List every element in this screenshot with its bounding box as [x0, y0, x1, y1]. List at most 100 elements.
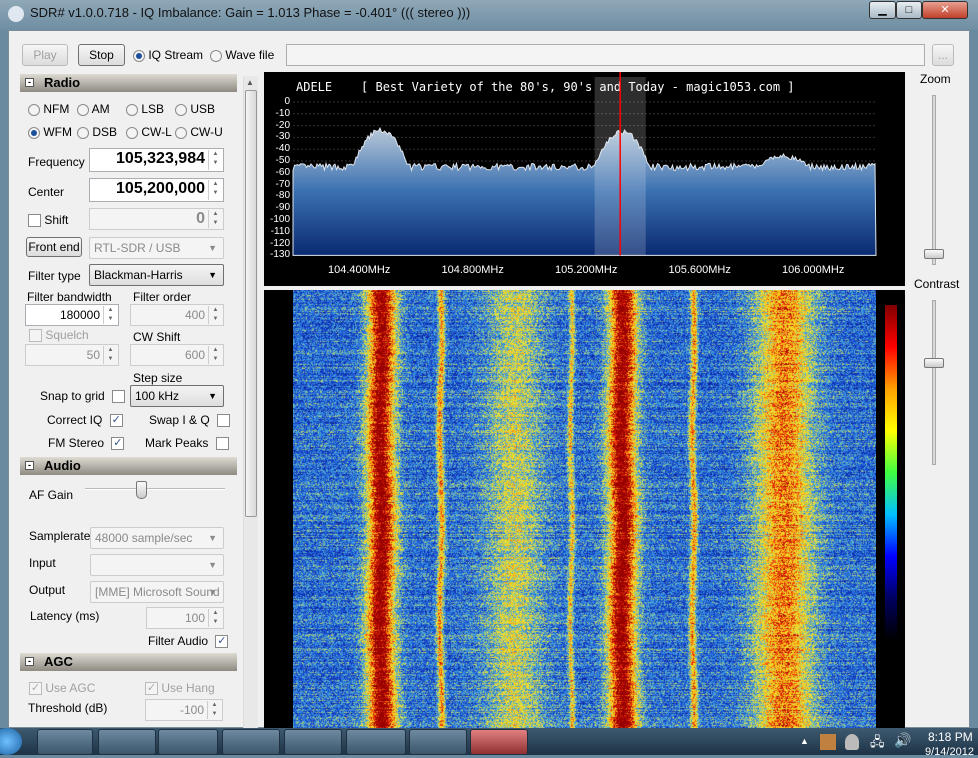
app-taskbar-icon[interactable]: [470, 729, 528, 755]
spin-buttons[interactable]: ▲ ▼: [207, 701, 221, 719]
volume-icon[interactable]: 🔊: [894, 732, 911, 749]
radio-dot: [28, 103, 40, 116]
step-size-select[interactable]: 100 kHz ▼: [130, 385, 224, 407]
filter-type-select[interactable]: Blackman-Harris ▼: [89, 264, 224, 286]
checkbox-box: [215, 437, 229, 451]
cw-shift-input[interactable]: 600 ▲ ▼: [130, 344, 224, 366]
close-button[interactable]: ✕: [922, 1, 968, 19]
tray-app-icon[interactable]: [845, 734, 859, 750]
filter-bandwidth-input[interactable]: 180000 ▲ ▼: [25, 304, 119, 326]
wave-file-radio[interactable]: Wave file: [210, 48, 274, 62]
threshold-label: Threshold (dB): [28, 701, 108, 715]
shift-input[interactable]: 0 ▲ ▼: [89, 208, 224, 230]
sdr-taskbar-icon[interactable]: [346, 729, 406, 755]
section-title: AGC: [44, 654, 73, 669]
explorer-taskbar-icon[interactable]: [98, 729, 156, 755]
fm-stereo-checkbox[interactable]: FM Stereo ✓: [48, 436, 125, 451]
waterfall-display[interactable]: [264, 290, 905, 728]
af-gain-slider-thumb[interactable]: [136, 481, 147, 499]
spin-buttons[interactable]: ▲ ▼: [103, 306, 117, 324]
radio-dot: [77, 126, 89, 139]
radio-section-header[interactable]: - Radio: [20, 74, 237, 92]
spin-buttons[interactable]: ▲ ▼: [208, 210, 222, 228]
frequency-input[interactable]: 105,323,984 ▲ ▼: [89, 148, 224, 172]
browse-button[interactable]: ...: [932, 44, 954, 66]
mark-peaks-checkbox[interactable]: Mark Peaks: [145, 436, 229, 451]
minimize-button[interactable]: ▁: [869, 1, 896, 19]
network-icon[interactable]: 🖧: [870, 733, 885, 755]
correct-iq-checkbox[interactable]: Correct IQ ✓: [47, 413, 123, 428]
shift-checkbox[interactable]: Shift: [28, 213, 68, 228]
contrast-slider-thumb[interactable]: [924, 358, 944, 368]
threshold-input[interactable]: -100 ▲ ▼: [145, 699, 223, 721]
zoom-slider-thumb[interactable]: [924, 248, 944, 259]
contrast-slider-track[interactable]: [932, 300, 936, 465]
spin-buttons[interactable]: ▲ ▼: [208, 609, 222, 627]
mode-radio-lsb[interactable]: LSB: [126, 102, 164, 116]
mode-radio-usb[interactable]: USB: [175, 102, 215, 116]
fm-stereo-label: FM Stereo: [48, 436, 105, 450]
spin-buttons[interactable]: ▲ ▼: [103, 346, 117, 364]
filter-order-input[interactable]: 400 ▲ ▼: [130, 304, 224, 326]
network-warning-icon[interactable]: [820, 734, 836, 750]
output-select[interactable]: [MME] Microsoft Sound ▼: [90, 581, 224, 603]
use-agc-checkbox[interactable]: ✓ Use AGC: [29, 681, 96, 696]
squelch-checkbox[interactable]: Squelch: [29, 328, 89, 343]
af-gain-slider-track[interactable]: [85, 488, 225, 490]
cw-shift-value: 600: [184, 348, 205, 362]
latency-input[interactable]: 100 ▲ ▼: [146, 607, 224, 629]
center-value: 105,200,000: [116, 180, 205, 197]
center-input[interactable]: 105,200,000 ▲ ▼: [89, 178, 224, 202]
use-agc-label: Use AGC: [45, 681, 96, 695]
play-button[interactable]: Play: [22, 44, 68, 66]
mode-radio-cw-l[interactable]: CW-L: [126, 125, 172, 139]
input-select[interactable]: ▼: [90, 554, 224, 576]
radio-dot: [126, 126, 138, 139]
media-player-taskbar-icon[interactable]: [158, 729, 218, 755]
mode-radio-dsb[interactable]: DSB: [77, 125, 117, 139]
spectrum-analyzer[interactable]: ADELE [ Best Variety of the 80's, 90's a…: [264, 72, 905, 286]
swap-iq-checkbox[interactable]: Swap I & Q: [149, 413, 231, 428]
mode-radio-nfm[interactable]: NFM: [28, 102, 69, 116]
panel-scrollbar[interactable]: ▲: [243, 76, 258, 728]
clock-date[interactable]: 9/14/2012: [925, 746, 974, 758]
help-taskbar-icon[interactable]: [409, 729, 467, 755]
filter-audio-label: Filter Audio: [148, 634, 209, 648]
snap-to-grid-checkbox[interactable]: Snap to grid: [40, 389, 126, 404]
start-button[interactable]: [0, 728, 22, 755]
spin-buttons[interactable]: ▲ ▼: [208, 306, 222, 324]
app-taskbar-icon[interactable]: [284, 729, 342, 755]
front-end-select[interactable]: RTL-SDR / USB ▼: [89, 237, 224, 259]
scrollbar-thumb[interactable]: [245, 90, 257, 517]
audio-section-header[interactable]: - Audio: [20, 457, 237, 475]
use-hang-checkbox[interactable]: ✓ Use Hang: [145, 681, 215, 696]
dropdown-arrow-icon: ▼: [208, 391, 217, 401]
step-size-label: Step size: [133, 371, 183, 385]
swap-iq-label: Swap I & Q: [149, 413, 210, 427]
radio-dot: [28, 126, 40, 139]
spin-buttons[interactable]: ▲ ▼: [208, 150, 222, 170]
spin-buttons[interactable]: ▲ ▼: [208, 180, 222, 200]
agc-section-header[interactable]: - AGC: [20, 653, 237, 671]
frequency-value: 105,323,984: [116, 150, 205, 167]
maximize-button[interactable]: □: [896, 1, 922, 19]
samplerate-select[interactable]: 48000 sample/sec ▼: [90, 527, 224, 549]
show-hidden-icons[interactable]: ▲: [800, 736, 809, 746]
spin-buttons[interactable]: ▲ ▼: [208, 346, 222, 364]
stop-button[interactable]: Stop: [78, 44, 125, 66]
ie-taskbar-icon[interactable]: [37, 729, 93, 755]
front-end-button[interactable]: Front end: [26, 237, 82, 257]
mode-radio-cw-u[interactable]: CW-U: [175, 125, 223, 139]
mode-label: NFM: [43, 102, 70, 116]
file-path-input[interactable]: [286, 44, 925, 66]
iq-stream-radio[interactable]: IQ Stream: [133, 48, 203, 62]
app-taskbar-icon[interactable]: [222, 729, 280, 755]
scroll-up-icon[interactable]: ▲: [246, 78, 254, 87]
clock-time[interactable]: 8:18 PM: [928, 730, 973, 744]
mode-radio-wfm[interactable]: WFM: [28, 125, 72, 139]
mode-radio-am[interactable]: AM: [77, 102, 110, 116]
filter-audio-checkbox[interactable]: Filter Audio ✓: [148, 634, 229, 649]
checkbox-box: [28, 214, 41, 228]
squelch-input[interactable]: 50 ▲ ▼: [25, 344, 119, 366]
zoom-slider-track[interactable]: [932, 95, 936, 265]
